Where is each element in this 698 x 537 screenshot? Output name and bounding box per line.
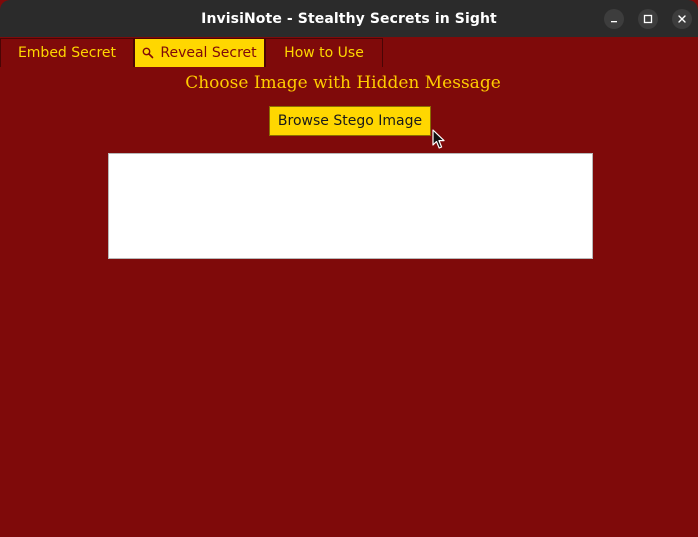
title-bar[interactable]: InvisiNote - Stealthy Secrets in Sight (0, 0, 698, 37)
magnifier-icon (142, 47, 154, 59)
tab-label: How to Use (284, 45, 364, 61)
tab-reveal-secret[interactable]: Reveal Secret (134, 38, 265, 67)
browse-stego-image-button[interactable]: Browse Stego Image (269, 106, 431, 136)
maximize-icon (643, 14, 653, 24)
minimize-button[interactable] (604, 9, 624, 29)
close-icon (677, 14, 687, 24)
minimize-icon (609, 14, 619, 24)
tab-how-to-use[interactable]: How to Use (265, 38, 383, 67)
window-title: InvisiNote - Stealthy Secrets in Sight (201, 10, 497, 27)
tab-label: Reveal Secret (160, 45, 257, 61)
tab-bar: Embed Secret Reveal Secret How to Use (0, 37, 698, 67)
revealed-message-box[interactable] (108, 153, 593, 259)
close-button[interactable] (672, 9, 692, 29)
mouse-pointer-icon (432, 129, 446, 154)
tab-embed-secret[interactable]: Embed Secret (0, 38, 134, 67)
app-window: InvisiNote - Stealthy Secrets in Sight E… (0, 0, 698, 537)
tab-label: Embed Secret (17, 45, 117, 61)
maximize-button[interactable] (638, 9, 658, 29)
page-heading: Choose Image with Hidden Message (185, 73, 501, 93)
